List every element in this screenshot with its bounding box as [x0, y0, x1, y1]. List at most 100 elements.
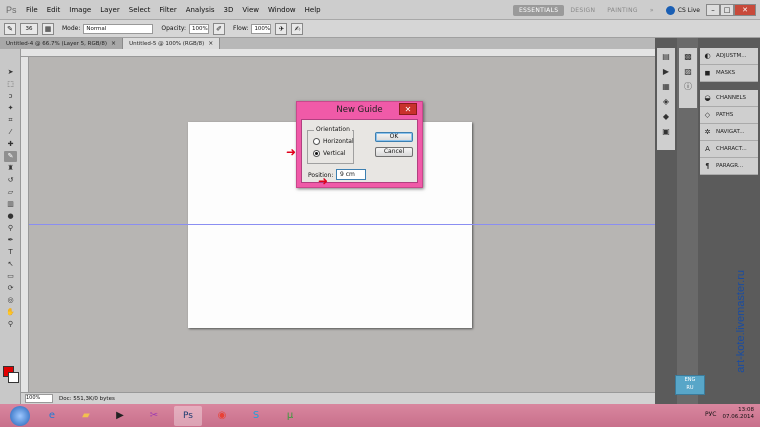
- chrome-icon[interactable]: ◉: [208, 406, 236, 426]
- actions-panel-icon[interactable]: ▶: [660, 66, 672, 78]
- workspace-more[interactable]: »: [644, 5, 660, 16]
- horizontal-guide-line[interactable]: [29, 224, 655, 225]
- adjustments-icon: ◐: [704, 52, 711, 60]
- screenshot-icon[interactable]: ✂: [140, 406, 168, 426]
- type-tool-icon[interactable]: T: [4, 247, 17, 258]
- horizontal-option[interactable]: Horizontal: [313, 138, 354, 145]
- horizontal-ruler[interactable]: [21, 49, 655, 57]
- cs-live-button[interactable]: CS Live: [665, 5, 700, 15]
- dodge-tool-icon[interactable]: ⚲: [4, 223, 17, 234]
- workspace-painting[interactable]: PAINTING: [601, 5, 644, 16]
- input-language[interactable]: РУС: [705, 411, 716, 418]
- panel-navigator[interactable]: ✲ NAVIGAT...: [700, 124, 758, 141]
- airbrush-icon[interactable]: ✈: [275, 22, 288, 35]
- new-guide-dialog: New Guide ✕ Orientation Horizontal Verti…: [296, 101, 423, 188]
- media-icon[interactable]: ▶: [106, 406, 134, 426]
- crop-tool-icon[interactable]: ⌗: [4, 115, 17, 126]
- menu-help[interactable]: Help: [305, 6, 321, 14]
- menu-3d[interactable]: 3D: [224, 6, 234, 14]
- vertical-radio[interactable]: [313, 150, 320, 157]
- eraser-tool-icon[interactable]: ▱: [4, 187, 17, 198]
- flow-label: Flow:: [233, 25, 249, 32]
- vertical-ruler[interactable]: [21, 57, 29, 392]
- vertical-option[interactable]: Vertical: [313, 150, 345, 157]
- styles-panel-icon[interactable]: ▨: [682, 66, 694, 78]
- healing-brush-tool-icon[interactable]: ✚: [4, 139, 17, 150]
- utorrent-icon[interactable]: µ: [276, 406, 304, 426]
- clone-stamp-tool-icon[interactable]: ♜: [4, 163, 17, 174]
- panel-paths[interactable]: ◇ PATHS: [700, 107, 758, 124]
- menu-bar: Ps File Edit Image Layer Select Filter A…: [0, 0, 760, 20]
- blur-tool-icon[interactable]: ●: [4, 211, 17, 222]
- tab-label: Untitled-4 @ 66.7% (Layer 5, RGB/8): [6, 40, 108, 47]
- close-tab-icon[interactable]: ×: [208, 40, 213, 47]
- explorer-icon[interactable]: ▰: [72, 406, 100, 426]
- gradient-tool-icon[interactable]: ▥: [4, 199, 17, 210]
- hand-tool-icon[interactable]: ✋: [4, 307, 17, 318]
- opacity-field[interactable]: 100%: [189, 23, 210, 34]
- zoom-tool-icon[interactable]: ⚲: [4, 319, 17, 330]
- close-window-button[interactable]: ✕: [734, 4, 756, 16]
- brush-panel-icon[interactable]: ▦: [42, 22, 54, 35]
- tab-untitled-5[interactable]: Untitled-5 @ 100% (RGB/8) ×: [123, 38, 221, 49]
- close-tab-icon[interactable]: ×: [111, 40, 116, 47]
- horizontal-radio[interactable]: [313, 138, 320, 145]
- background-color-swatch[interactable]: [8, 372, 19, 383]
- history-panel-icon[interactable]: ▤: [660, 51, 672, 63]
- menu-file[interactable]: File: [26, 6, 38, 14]
- tab-untitled-4[interactable]: Untitled-4 @ 66.7% (Layer 5, RGB/8) ×: [0, 38, 124, 49]
- panel-character[interactable]: A CHARACT...: [700, 141, 758, 158]
- menu-window[interactable]: Window: [268, 6, 296, 14]
- marquee-tool-icon[interactable]: ⬚: [4, 79, 17, 90]
- history-brush-tool-icon[interactable]: ↺: [4, 175, 17, 186]
- path-selection-tool-icon[interactable]: ↖: [4, 259, 17, 270]
- mode-select[interactable]: Normal: [83, 23, 154, 34]
- document-size-info[interactable]: Doc: 551,3K/0 bytes: [59, 396, 115, 402]
- menu-select[interactable]: Select: [129, 6, 151, 14]
- lasso-tool-icon[interactable]: ↄ: [4, 91, 17, 102]
- flow-field[interactable]: 100%: [251, 23, 272, 34]
- menu-view[interactable]: View: [242, 6, 259, 14]
- ie-icon[interactable]: e: [38, 406, 66, 426]
- menu-edit[interactable]: Edit: [47, 6, 61, 14]
- workspace-essentials[interactable]: ESSENTIALS: [512, 4, 565, 16]
- pressure-opacity-icon[interactable]: ✐: [213, 22, 226, 35]
- restore-button[interactable]: □: [720, 4, 734, 16]
- brush-tool-icon[interactable]: ✎: [4, 151, 17, 162]
- menu-analysis[interactable]: Analysis: [186, 6, 215, 14]
- start-button[interactable]: [10, 405, 30, 426]
- eyedropper-tool-icon[interactable]: ⁄: [4, 127, 17, 138]
- zoom-level-field[interactable]: 100%: [25, 394, 53, 403]
- brush-tool-preset-icon[interactable]: ✎: [4, 22, 16, 35]
- skype-icon[interactable]: S: [242, 406, 270, 426]
- swatches-panel-icon[interactable]: ▦: [660, 81, 672, 93]
- 3d-camera-tool-icon[interactable]: ◎: [4, 295, 17, 306]
- quick-selection-tool-icon[interactable]: ✦: [4, 103, 17, 114]
- shape-tool-icon[interactable]: ▭: [4, 271, 17, 282]
- 3d-rotate-tool-icon[interactable]: ⟳: [4, 283, 17, 294]
- photoshop-icon[interactable]: Ps: [174, 405, 202, 426]
- ok-button[interactable]: OK: [375, 132, 413, 142]
- layers-panel-icon[interactable]: ◆: [660, 111, 672, 123]
- menu-image[interactable]: Image: [69, 6, 91, 14]
- brush-size-picker[interactable]: 36: [20, 22, 38, 35]
- menu-filter[interactable]: Filter: [159, 6, 176, 14]
- pen-tool-icon[interactable]: ✒: [4, 235, 17, 246]
- info-panel-icon[interactable]: ⓘ: [682, 81, 694, 93]
- clock[interactable]: 13:08 07.06.2014: [723, 407, 755, 421]
- styles-panel-icon[interactable]: ◈: [660, 96, 672, 108]
- panel-paragraph[interactable]: ¶ PARAGR...: [700, 158, 758, 175]
- dialog-close-button[interactable]: ✕: [399, 103, 417, 115]
- cancel-button[interactable]: Cancel: [375, 147, 413, 157]
- menu-layer[interactable]: Layer: [100, 6, 120, 14]
- pressure-size-icon[interactable]: ✍: [291, 22, 304, 35]
- position-input[interactable]: 9 cm: [336, 169, 366, 180]
- color-panel-icon[interactable]: ▩: [682, 51, 694, 63]
- panel-channels[interactable]: ◒ CHANNELS: [700, 90, 758, 107]
- panel-masks[interactable]: ◼ MASKS: [700, 65, 758, 82]
- workspace-design[interactable]: DESIGN: [564, 5, 601, 16]
- move-tool-icon[interactable]: ➤: [4, 67, 17, 78]
- brush-presets-panel-icon[interactable]: ▣: [660, 126, 672, 138]
- minimize-button[interactable]: –: [706, 4, 720, 16]
- panel-adjustments[interactable]: ◐ ADJUSTM...: [700, 48, 758, 65]
